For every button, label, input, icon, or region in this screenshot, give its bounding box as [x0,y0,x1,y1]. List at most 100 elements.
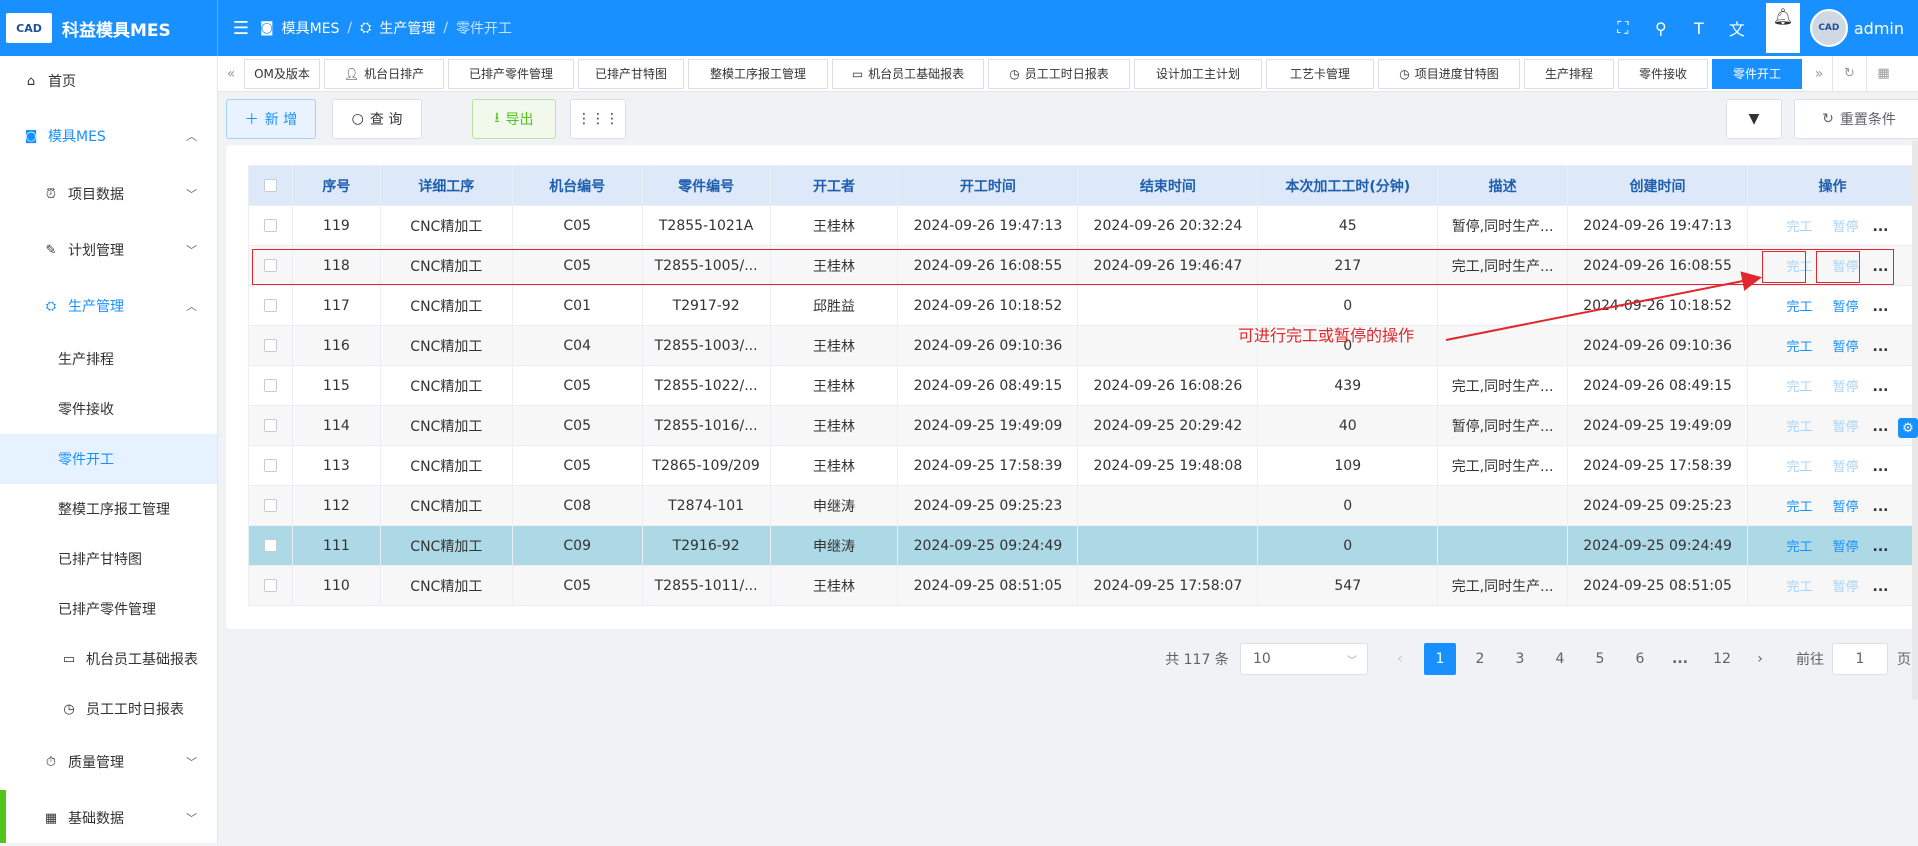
complete-button[interactable]: 完工 [1787,220,1813,235]
fullscreen-icon[interactable]: ⛶ [1604,18,1642,38]
more-actions-button[interactable]: ... [1873,539,1889,555]
checkbox[interactable] [263,579,277,592]
reset-button[interactable]: ↻ 重置条件 [1794,99,1918,139]
page-ellipsis[interactable]: ... [1664,643,1696,675]
select-all-checkbox[interactable] [248,165,293,206]
scroll-right-icon[interactable]: » [1806,66,1832,82]
sidebar-item-plan[interactable]: ✎ 计划管理 ﹀ [0,222,217,278]
sidebar-item-part-start[interactable]: 零件开工 [0,434,217,484]
row-checkbox-cell[interactable] [248,365,293,406]
sidebar-item-scheduled-parts[interactable]: 已排产零件管理 [0,584,217,634]
table-row[interactable]: 119 CNC精加工 C05 T2855-1021A 王桂林 2024-09-26 19:… [248,205,1918,246]
checkbox[interactable] [263,299,277,312]
row-checkbox-cell[interactable] [248,245,293,286]
checkbox[interactable] [263,259,277,272]
sidebar-item-mold-report[interactable]: 整模工序报工管理 [0,484,217,534]
col-header[interactable]: 本次加工工时(分钟) [1257,165,1439,206]
page-2[interactable]: 2 [1464,643,1496,675]
pause-button[interactable]: 暂停 [1833,220,1859,235]
more-actions-button[interactable]: ... [1873,499,1889,515]
tab-machine-report[interactable]: ▭ 机台员工基础报表 [832,58,984,89]
row-checkbox-cell[interactable] [248,565,293,606]
page-12[interactable]: 12 [1704,643,1740,675]
checkbox[interactable] [263,459,277,472]
page-3[interactable]: 3 [1504,643,1536,675]
complete-button[interactable]: 完工 [1787,460,1813,475]
tab-machine-daily[interactable]: 👤︎ 机台日排产 [324,58,444,89]
table-row[interactable]: 113 CNC精加工 C05 T2865-109/209 王桂林 2024-09-25 1… [248,445,1918,486]
table-row[interactable]: 115 CNC精加工 C05 T2855-1022/... 王桂林 2024-09-26 … [248,365,1918,406]
table-row[interactable]: 111 CNC精加工 C09 T2916-92 申继涛 2024-09-25 09:24:… [248,525,1918,566]
complete-button[interactable]: 完工 [1787,580,1813,595]
col-header[interactable]: 机台编号 [511,165,643,206]
complete-button[interactable]: 完工 [1787,300,1813,315]
col-header[interactable]: 开工时间 [897,165,1079,206]
row-checkbox-cell[interactable] [248,325,293,366]
page-1[interactable]: 1 [1424,643,1456,675]
table-row[interactable]: 114 CNC精加工 C05 T2855-1016/... 王桂林 2024-09-25 … [248,405,1918,446]
checkbox[interactable] [263,539,277,552]
tab-project-gantt[interactable]: ◷ 项目进度甘特图 [1378,58,1520,89]
tab-mold-report[interactable]: 整模工序报工管理 [688,58,828,89]
sidebar-item-project-data[interactable]: ⏰︎ 项目数据 ﹀ [0,166,217,222]
table-row[interactable]: 110 CNC精加工 C05 T2855-1011/... 王桂林 2024-09-25 … [248,565,1918,606]
more-actions-button[interactable]: ... [1873,379,1889,395]
row-checkbox-cell[interactable] [248,525,293,566]
col-header[interactable]: 描述 [1437,165,1569,206]
row-checkbox-cell[interactable] [248,285,293,326]
tab-gantt[interactable]: 已排产甘特图 [578,58,684,89]
checkbox[interactable] [263,219,277,232]
complete-button[interactable]: 完工 [1787,540,1813,555]
col-header[interactable]: 创建时间 [1567,165,1749,206]
pause-button[interactable]: 暂停 [1833,340,1859,355]
bell-icon[interactable]: 🔔︎ [1765,3,1800,53]
expand-button[interactable]: ▼ [1726,99,1782,139]
checkbox[interactable] [263,339,277,352]
complete-button[interactable]: 完工 [1787,340,1813,355]
breadcrumb-item[interactable]: 模具MES [282,18,340,38]
page-4[interactable]: 4 [1544,643,1576,675]
tab-process-card[interactable]: 工艺卡管理 [1266,58,1374,89]
avatar[interactable]: CAD [1809,9,1848,47]
col-header[interactable]: 详细工序 [379,165,513,206]
row-checkbox-cell[interactable] [248,405,293,446]
col-header[interactable]: 操作 [1747,165,1918,206]
col-header[interactable]: 零件编号 [641,165,771,206]
tab-receive[interactable]: 零件接收 [1618,58,1708,89]
add-button[interactable]: ＋ 新 增 [226,99,316,139]
pause-button[interactable]: 暂停 [1833,380,1859,395]
checkbox[interactable] [263,379,277,392]
pause-button[interactable]: 暂停 [1833,460,1859,475]
sidebar-item-production[interactable]: ⛭ 生产管理 ︿ [0,278,217,334]
col-header[interactable]: 开工者 [769,165,899,206]
grid-menu-icon[interactable]: ▦ [1866,56,1900,91]
menu-toggle-icon[interactable]: ☰ [228,18,254,39]
translate-icon[interactable]: 文 [1718,16,1756,40]
complete-button[interactable]: 完工 [1787,380,1813,395]
breadcrumb-item[interactable]: 生产管理 [379,18,435,38]
tab-bom[interactable]: OM及版本 [244,58,320,89]
complete-button[interactable]: 完工 [1787,420,1813,435]
more-actions-button[interactable]: ... [1873,339,1889,355]
more-actions-button[interactable]: ... [1873,579,1889,595]
pause-button[interactable]: 暂停 [1833,540,1859,555]
page-5[interactable]: 5 [1584,643,1616,675]
sidebar-item-mold-mes[interactable]: ◙ 模具MES ︿ [0,106,217,166]
pause-button[interactable]: 暂停 [1833,300,1859,315]
goto-input[interactable]: 1 [1832,643,1888,675]
complete-button[interactable]: 完工 [1787,500,1813,515]
sidebar-item-base-data[interactable]: ▦ 基础数据 ﹀ [0,790,217,846]
pause-button[interactable]: 暂停 [1833,260,1859,275]
sidebar-item-scheduling[interactable]: 生产排程 [0,334,217,384]
complete-button[interactable]: 完工 [1787,260,1813,275]
scroll-left-icon[interactable]: « [218,66,244,82]
tab-part-start[interactable]: 零件开工 [1712,58,1802,89]
checkbox[interactable] [263,499,277,512]
pause-button[interactable]: 暂停 [1833,500,1859,515]
username[interactable]: admin [1854,19,1904,38]
table-row[interactable]: 112 CNC精加工 C08 T2874-101 申继涛 2024-09-25 09:25… [248,485,1918,526]
pause-button[interactable]: 暂停 [1833,420,1859,435]
tab-design-plan[interactable]: 设计加工主计划 [1134,58,1262,89]
sidebar-item-quality[interactable]: ⏱︎ 质量管理 ﹀ [0,734,217,790]
tab-scheduling[interactable]: 生产排程 [1524,58,1614,89]
